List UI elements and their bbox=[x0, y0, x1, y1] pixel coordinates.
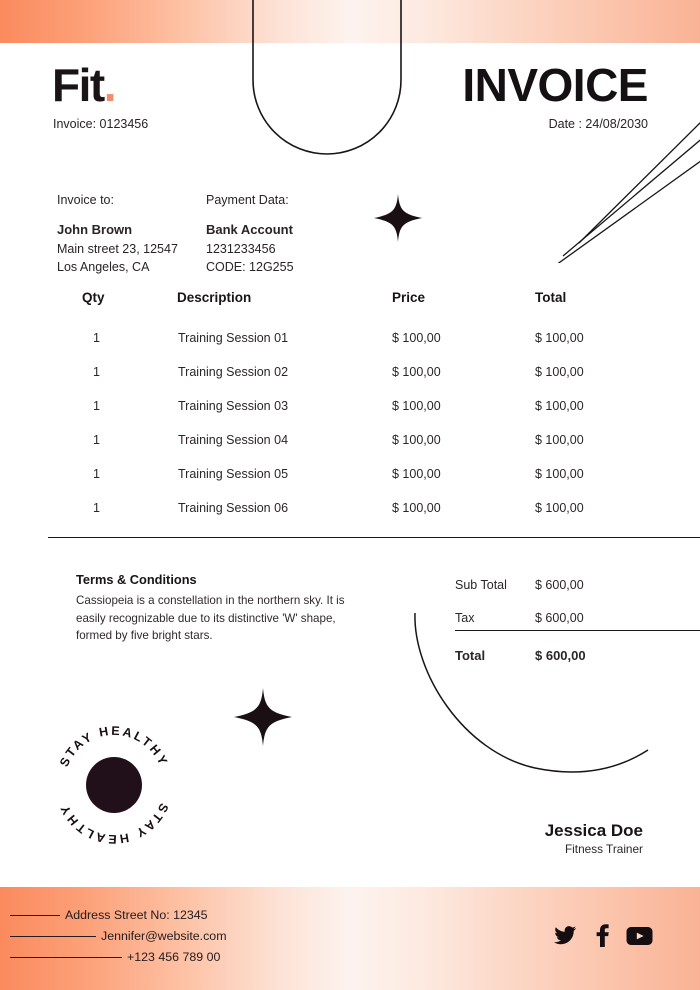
table-row: 1 Training Session 01 $ 100,00 $ 100,00 bbox=[48, 325, 647, 359]
social-links bbox=[553, 924, 653, 948]
terms-body: Cassiopeia is a constellation in the nor… bbox=[76, 594, 345, 643]
twitter-icon[interactable] bbox=[553, 924, 577, 948]
invoice-page: Fit. Invoice: 0123456 INVOICE Date : 24/… bbox=[0, 0, 700, 990]
cell-price: $ 100,00 bbox=[392, 365, 441, 379]
column-header-price: Price bbox=[392, 290, 426, 305]
cell-total: $ 100,00 bbox=[535, 501, 584, 515]
youtube-icon[interactable] bbox=[626, 924, 653, 948]
bank-account-title: Bank Account bbox=[206, 221, 293, 237]
cell-qty: 1 bbox=[93, 365, 100, 379]
invoice-number: Invoice: 0123456 bbox=[53, 117, 149, 131]
signature-name: Jessica Doe bbox=[544, 821, 643, 840]
footer-email[interactable]: Jennifer@website.com bbox=[101, 929, 227, 943]
signature-role: Fitness Trainer bbox=[564, 842, 643, 856]
cell-price: $ 100,00 bbox=[392, 501, 441, 515]
cell-description: Training Session 06 bbox=[178, 501, 289, 515]
line-items-table-header: Qty Description Price Total bbox=[48, 280, 647, 316]
cell-qty: 1 bbox=[93, 399, 100, 413]
subtotal-value: $ 600,00 bbox=[535, 578, 584, 592]
bill-to-address-line1: Main street 23, 12547 bbox=[57, 242, 178, 257]
table-row: 1 Training Session 02 $ 100,00 $ 100,00 bbox=[48, 359, 647, 393]
facebook-icon[interactable] bbox=[594, 924, 609, 948]
tax-row: Tax $ 600,00 bbox=[455, 605, 700, 638]
footer-rule-2 bbox=[10, 936, 96, 937]
cell-total: $ 100,00 bbox=[535, 467, 584, 481]
terms-and-conditions: Terms & Conditions Cassiopeia is a const… bbox=[76, 572, 356, 645]
cell-price: $ 100,00 bbox=[392, 399, 441, 413]
brand-logo: Fit. bbox=[52, 59, 117, 111]
u-arc-decoration bbox=[252, 0, 402, 155]
bill-to-name: John Brown bbox=[57, 221, 133, 237]
tax-label: Tax bbox=[455, 611, 475, 625]
bill-to-block: Invoice to: John Brown Main street 23, 1… bbox=[57, 192, 178, 277]
totals-divider bbox=[455, 630, 700, 631]
cell-description: Training Session 04 bbox=[178, 433, 289, 447]
footer-phone[interactable]: +123 456 789 00 bbox=[127, 950, 220, 964]
table-bottom-divider bbox=[48, 537, 700, 538]
sparkle-star-icon bbox=[374, 194, 422, 242]
cell-qty: 1 bbox=[93, 331, 100, 345]
table-row: 1 Training Session 05 $ 100,00 $ 100,00 bbox=[48, 461, 647, 495]
cell-qty: 1 bbox=[93, 433, 100, 447]
grand-total-row: Total $ 600,00 bbox=[455, 638, 700, 671]
diagonal-lines-decoration bbox=[557, 122, 700, 263]
cell-description: Training Session 01 bbox=[178, 331, 289, 345]
footer-rule-1 bbox=[10, 915, 60, 916]
footer-address: Address Street No: 12345 bbox=[65, 908, 208, 922]
cell-description: Training Session 03 bbox=[178, 399, 289, 413]
brand-logo-text: Fit bbox=[52, 59, 105, 111]
cell-total: $ 100,00 bbox=[535, 331, 584, 345]
bank-account-number: 1231233456 bbox=[206, 242, 276, 257]
subtotal-row: Sub Total $ 600,00 bbox=[455, 572, 700, 605]
column-header-description: Description bbox=[177, 290, 252, 305]
bill-to-label: Invoice to: bbox=[57, 193, 114, 207]
subtotal-label: Sub Total bbox=[455, 578, 507, 592]
page-title: INVOICE bbox=[462, 59, 648, 111]
terms-title: Terms & Conditions bbox=[76, 572, 197, 587]
cell-qty: 1 bbox=[93, 467, 100, 481]
tax-value: $ 600,00 bbox=[535, 611, 584, 625]
cell-price: $ 100,00 bbox=[392, 467, 441, 481]
cell-total: $ 100,00 bbox=[535, 365, 584, 379]
cell-price: $ 100,00 bbox=[392, 433, 441, 447]
sparkle-star-icon bbox=[234, 688, 292, 746]
table-row: 1 Training Session 04 $ 100,00 $ 100,00 bbox=[48, 427, 647, 461]
column-header-qty: Qty bbox=[82, 290, 105, 305]
cell-price: $ 100,00 bbox=[392, 331, 441, 345]
table-row: 1 Training Session 06 $ 100,00 $ 100,00 bbox=[48, 495, 647, 529]
grand-total-value: $ 600,00 bbox=[535, 648, 586, 663]
cell-total: $ 100,00 bbox=[535, 399, 584, 413]
grand-total-label: Total bbox=[455, 648, 486, 663]
cell-total: $ 100,00 bbox=[535, 433, 584, 447]
totals-block: Sub Total $ 600,00 Tax $ 600,00 Total $ … bbox=[455, 572, 700, 671]
column-header-total: Total bbox=[535, 290, 567, 305]
bill-to-address-line2: Los Angeles, CA bbox=[57, 259, 150, 274]
cell-qty: 1 bbox=[93, 501, 100, 515]
cell-description: Training Session 02 bbox=[178, 365, 289, 379]
payment-data-block: Payment Data: Bank Account 1231233456 CO… bbox=[206, 192, 294, 277]
line-items-table-body: 1 Training Session 01 $ 100,00 $ 100,00 1 Tra… bbox=[48, 325, 647, 529]
table-row: 1 Training Session 03 $ 100,00 $ 100,00 bbox=[48, 393, 647, 427]
cell-description: Training Session 05 bbox=[178, 467, 289, 481]
invoice-date: Date : 24/08/2030 bbox=[548, 117, 648, 131]
brand-logo-dot: . bbox=[103, 59, 117, 111]
footer-rule-3 bbox=[10, 957, 122, 958]
payment-data-label: Payment Data: bbox=[206, 193, 289, 207]
bank-account-code: CODE: 12G255 bbox=[206, 259, 294, 274]
stay-healthy-badge: STAY HEALTHY STAY HEALTHY bbox=[57, 724, 169, 846]
